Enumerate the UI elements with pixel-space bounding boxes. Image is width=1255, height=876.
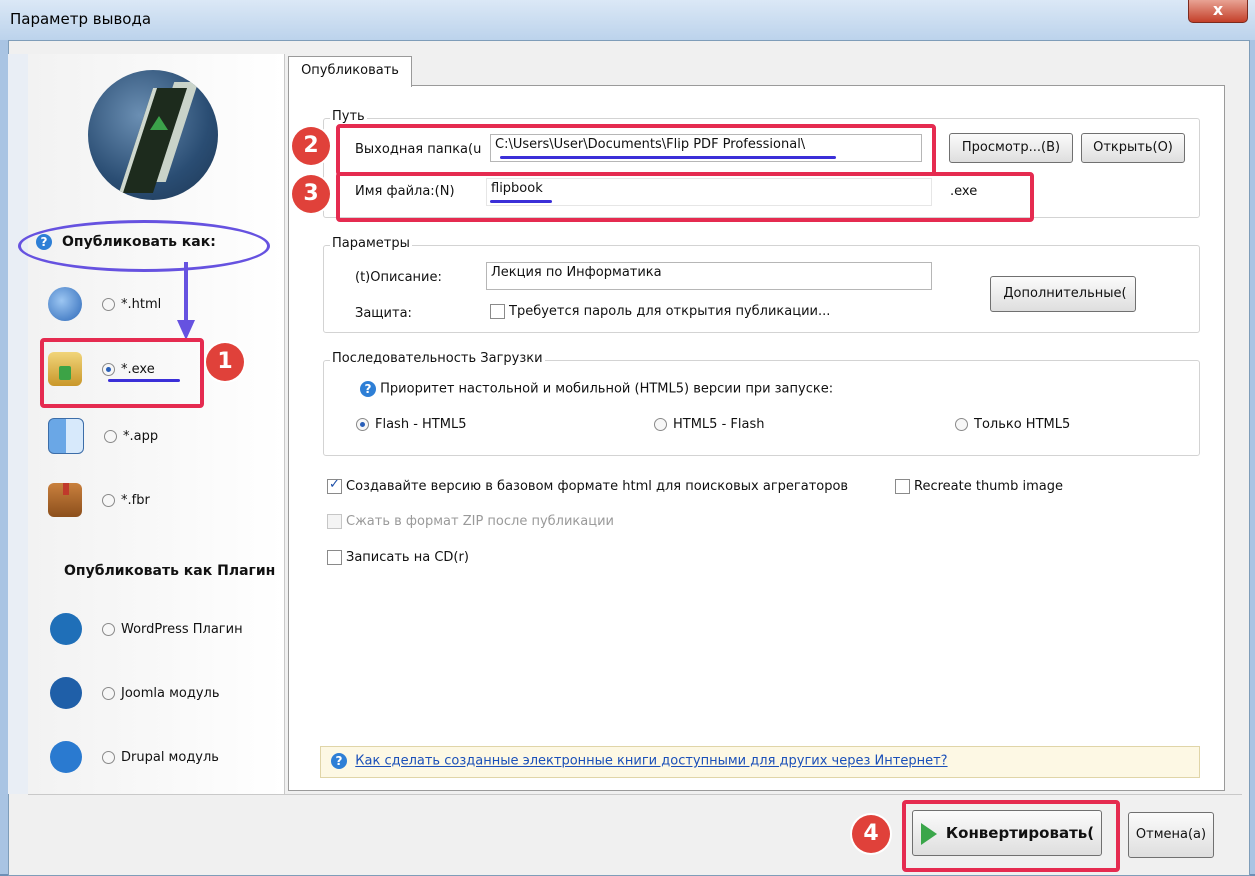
advanced-button-label: Дополнительные( bbox=[1003, 286, 1127, 301]
protection-label: Защита: bbox=[355, 306, 412, 321]
radio-html[interactable] bbox=[102, 297, 115, 311]
joomla-icon bbox=[50, 677, 82, 709]
load-option-html5-flash[interactable]: HTML5 - Flash bbox=[654, 417, 764, 432]
plugin-option-drupal[interactable]: Drupal модуль bbox=[50, 741, 219, 773]
annotation-badge-1: 1 bbox=[206, 343, 244, 381]
load-group-legend: Последовательность Загрузки bbox=[330, 351, 545, 366]
window-title: Параметр вывода bbox=[10, 10, 152, 28]
radio-fbr[interactable] bbox=[102, 493, 115, 507]
convert-button-label: Конвертировать( bbox=[945, 824, 1095, 842]
zip-check-box bbox=[327, 514, 342, 529]
close-button[interactable]: x bbox=[1188, 0, 1248, 23]
play-icon bbox=[921, 823, 937, 845]
radio-app[interactable] bbox=[104, 429, 117, 443]
file-name-input[interactable]: flipbook bbox=[486, 178, 932, 206]
arrow-icon bbox=[150, 116, 168, 130]
description-input[interactable]: Лекция по Информатика bbox=[486, 262, 932, 290]
cd-check-box[interactable] bbox=[327, 550, 342, 565]
info-row: ? Как сделать созданные электронные книг… bbox=[331, 753, 948, 769]
annotation-underline bbox=[108, 379, 180, 382]
plugins-title: Опубликовать как Плагин bbox=[64, 563, 276, 579]
title-bar: Параметр вывода x bbox=[0, 0, 1255, 40]
info-link[interactable]: Как сделать созданные электронные книги … bbox=[355, 754, 947, 769]
help-icon[interactable]: ? bbox=[360, 381, 376, 397]
output-folder-label: Выходная папка(u bbox=[355, 142, 482, 157]
annotation-arrow-icon bbox=[177, 262, 195, 340]
recreate-thumb-checkbox[interactable]: Recreate thumb image bbox=[895, 479, 1063, 494]
sidebar-edge bbox=[8, 54, 29, 794]
description-label: (t)Описание: bbox=[355, 270, 442, 285]
priority-text: ? Приоритет настольной и мобильной (HTML… bbox=[360, 381, 833, 397]
cancel-button[interactable]: Отмена(a) bbox=[1128, 812, 1214, 858]
password-checkbox[interactable]: Требуется пароль для открытия публикации… bbox=[490, 304, 830, 319]
params-group-legend: Параметры bbox=[330, 236, 412, 251]
plugin-option-wordpress[interactable]: WordPress Плагин bbox=[50, 613, 243, 645]
drupal-icon bbox=[50, 741, 82, 773]
plugin-option-joomla[interactable]: Joomla модуль bbox=[50, 677, 220, 709]
path-group-legend: Путь bbox=[330, 109, 367, 124]
load-group bbox=[323, 360, 1200, 456]
help-icon: ? bbox=[331, 753, 347, 769]
radio-wordpress[interactable] bbox=[102, 622, 115, 636]
radio-html5-flash[interactable] bbox=[654, 418, 667, 431]
book-icon bbox=[48, 483, 82, 517]
load-option-html5-only[interactable]: Только HTML5 bbox=[955, 417, 1070, 432]
cd-checkbox[interactable]: Записать на CD(r) bbox=[327, 550, 469, 565]
basic-html-check-box[interactable] bbox=[327, 477, 342, 494]
file-name-label: Имя файла:(N) bbox=[355, 184, 455, 199]
recreate-thumb-check-box[interactable] bbox=[895, 479, 910, 494]
radio-exe[interactable] bbox=[102, 362, 115, 376]
format-option-html[interactable]: *.html bbox=[48, 287, 161, 321]
exe-installer-icon bbox=[48, 352, 82, 386]
tab-publish[interactable]: Опубликовать bbox=[288, 56, 412, 87]
wordpress-icon bbox=[50, 613, 82, 645]
convert-button[interactable]: Конвертировать( bbox=[912, 810, 1102, 856]
annotation-underline bbox=[500, 156, 836, 159]
annotation-ellipse bbox=[18, 220, 270, 272]
globe-icon bbox=[48, 287, 82, 321]
mac-finder-icon bbox=[48, 418, 84, 454]
radio-html5-only[interactable] bbox=[955, 418, 968, 431]
annotation-badge-2: 2 bbox=[292, 127, 330, 165]
basic-html-checkbox[interactable]: Создавайте версию в базовом формате html… bbox=[327, 477, 848, 494]
info-bar: ? Как сделать созданные электронные книг… bbox=[320, 746, 1200, 778]
load-option-flash-html5[interactable]: Flash - HTML5 bbox=[356, 417, 466, 432]
password-check-box[interactable] bbox=[490, 304, 505, 319]
format-option-fbr[interactable]: *.fbr bbox=[48, 483, 150, 517]
radio-flash-html5[interactable] bbox=[356, 418, 369, 431]
radio-drupal[interactable] bbox=[102, 750, 115, 764]
annotation-badge-4: 4 bbox=[852, 815, 890, 853]
format-option-app[interactable]: *.app bbox=[48, 418, 158, 454]
annotation-underline bbox=[490, 200, 552, 203]
app-logo bbox=[88, 70, 218, 200]
browse-button[interactable]: Просмотр...(B) bbox=[949, 133, 1073, 163]
zip-checkbox: Сжать в формат ZIP после публикации bbox=[327, 514, 614, 529]
radio-joomla[interactable] bbox=[102, 686, 115, 700]
open-button[interactable]: Открыть(O) bbox=[1081, 133, 1185, 163]
annotation-badge-3: 3 bbox=[292, 175, 330, 213]
file-extension: .exe bbox=[950, 184, 978, 199]
advanced-button[interactable]: Дополнительные( bbox=[990, 276, 1136, 312]
